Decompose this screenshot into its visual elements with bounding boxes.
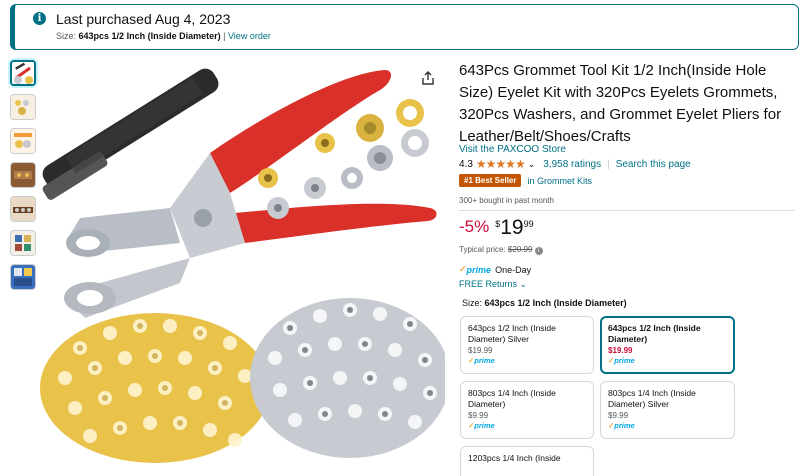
store-link[interactable]: Visit the PAXCOO Store — [459, 144, 566, 155]
size-option[interactable]: 1203pcs 1/4 Inch (Inside — [460, 446, 594, 476]
size-label: Size: — [56, 31, 77, 41]
best-seller-badge[interactable]: #1 Best Seller — [459, 174, 522, 187]
rating-value: 4.3 — [459, 158, 473, 170]
size-option-name: 803pcs 1/4 Inch (Inside Diameter) — [468, 388, 556, 409]
info-icon[interactable]: i — [534, 247, 543, 255]
ratings-count-link[interactable]: 3,958 ratings — [543, 159, 601, 170]
prime-check-icon: ✓ — [459, 264, 467, 274]
prime-delivery-text: One-Day — [495, 264, 532, 275]
chevron-down-icon: ⌄ — [519, 279, 528, 289]
typical-price-value: $20.99 — [507, 245, 533, 254]
size-option-price: $19.99 — [608, 346, 633, 355]
size-option[interactable]: 803pcs 1/4 Inch (Inside Diameter) $9.99 … — [460, 381, 594, 439]
size-selector-label: Size: 643pcs 1/2 Inch (Inside Diameter) — [462, 298, 627, 308]
search-page-link[interactable]: Search this page — [616, 159, 691, 170]
thumbnail-4[interactable] — [10, 162, 36, 188]
free-returns-label: FREE Returns — [459, 279, 518, 289]
best-seller-category-link[interactable]: in Grommet Kits — [527, 176, 592, 186]
free-returns-link[interactable]: FREE Returns ⌄ — [459, 279, 527, 290]
size-option-price: $19.99 — [468, 346, 493, 355]
thumbnail-1[interactable] — [10, 60, 36, 86]
prime-logo: prime — [466, 264, 492, 275]
separator: | — [223, 31, 226, 41]
size-option-selected[interactable]: 643pcs 1/2 Inch (Inside Diameter) $19.99… — [600, 316, 735, 374]
size-value: 643pcs 1/2 Inch (Inside Diameter) — [78, 31, 221, 41]
size-option-price: $9.99 — [468, 411, 489, 420]
divider — [459, 210, 795, 211]
thumbnail-5[interactable] — [10, 196, 36, 222]
size-option[interactable]: 803pcs 1/4 Inch (Inside Diameter) Silver… — [600, 381, 735, 439]
prime-logo: prime — [474, 421, 495, 430]
size-label: Size: — [462, 298, 483, 308]
price-whole: 19 — [500, 216, 524, 239]
size-option-name: 643pcs 1/2 Inch (Inside Diameter) — [608, 323, 701, 344]
size-option[interactable]: 643pcs 1/2 Inch (Inside Diameter) Silver… — [460, 316, 594, 374]
last-purchased-text: Last purchased Aug 4, 2023 — [56, 11, 231, 27]
share-icon[interactable] — [420, 70, 436, 86]
chevron-down-icon[interactable]: ⌄ — [528, 159, 536, 170]
thumbnail-7[interactable] — [10, 264, 36, 290]
rating-separator: | — [607, 158, 610, 170]
thumbnail-6[interactable] — [10, 230, 36, 256]
size-option-price: $9.99 — [608, 411, 629, 420]
main-product-image[interactable] — [40, 58, 450, 463]
discount-percent: -5% — [459, 217, 490, 236]
typical-price: Typical price: $20.99 i — [459, 245, 543, 255]
silver-grommet-pile — [250, 298, 450, 458]
prime-logo: prime — [614, 421, 635, 430]
thumbnail-3[interactable] — [10, 128, 36, 154]
prime-logo: prime — [474, 356, 495, 365]
thumbnail-strip — [10, 60, 40, 298]
star-rating-icon[interactable]: ★★★★★ — [476, 157, 526, 171]
last-purchased-banner: i Last purchased Aug 4, 2023 Size: 643pc… — [10, 4, 799, 50]
info-icon: i — [33, 12, 46, 25]
typical-price-label: Typical price: — [459, 245, 506, 254]
price-row: -5% $ 19 99 — [459, 217, 534, 239]
size-option-name: 643pcs 1/2 Inch (Inside Diameter) Silver — [468, 323, 556, 344]
last-purchased-detail: Size: 643pcs 1/2 Inch (Inside Diameter) … — [56, 31, 271, 41]
gold-grommet-pile — [40, 313, 270, 463]
size-selected-value: 643pcs 1/2 Inch (Inside Diameter) — [484, 298, 627, 308]
thumbnail-2[interactable] — [10, 94, 36, 120]
prime-logo: prime — [614, 356, 635, 365]
price-fraction: 99 — [523, 219, 534, 229]
bought-count: 300+ bought in past month — [459, 196, 554, 205]
prime-delivery: ✓ prime One-Day — [459, 264, 531, 275]
product-title: 643Pcs Grommet Tool Kit 1/2 Inch(Inside … — [459, 62, 782, 145]
best-seller-row: #1 Best Seller in Grommet Kits — [459, 174, 592, 187]
size-option-name: 1203pcs 1/4 Inch (Inside — [468, 453, 561, 463]
size-option-name: 803pcs 1/4 Inch (Inside Diameter) Silver — [608, 388, 696, 409]
view-order-link[interactable]: View order — [228, 31, 271, 41]
rating-row: 4.3 ★★★★★ ⌄ 3,958 ratings | Search this … — [459, 157, 691, 171]
